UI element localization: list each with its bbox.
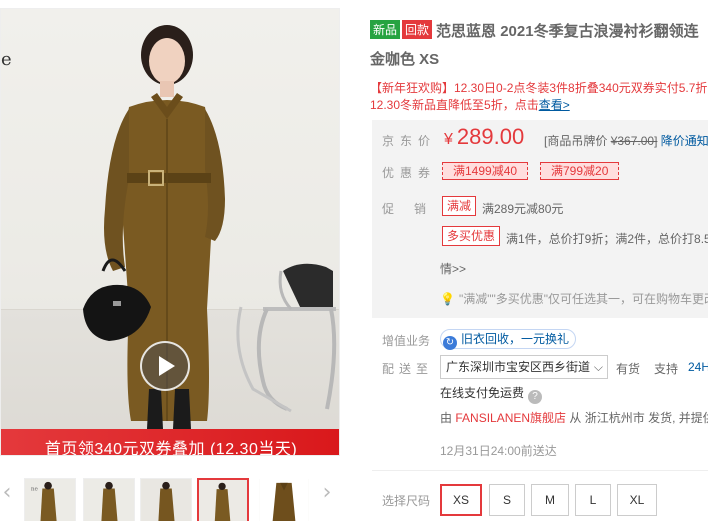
size-option-xs[interactable]: XS: [440, 484, 482, 516]
thumb-prev-arrow-icon[interactable]: ‹: [0, 480, 14, 506]
product-title: 新品 回款 范思蓝恩 2021冬季复古浪漫衬衫翻领连: [370, 20, 708, 41]
price-panel: 京东价 ¥289.00 [商品吊牌价 ¥367.00] 降价通知 优惠券 满14…: [372, 120, 708, 318]
address-select[interactable]: 广东深圳市宝安区西乡街道 ⌵: [440, 355, 608, 379]
promo-hint-text: "满减""多买优惠"仅可任选其一，可在购物车更改: [458, 292, 708, 306]
promo-see-link[interactable]: 查看>: [539, 98, 570, 112]
coupon-1[interactable]: 满1499减40: [442, 162, 529, 180]
thumbnail-image: [199, 480, 247, 521]
price-label: 京东价: [382, 134, 437, 148]
promo-notice: 【新年狂欢购】12.30日0-2点冬装3件8折叠340元双券实付5.7折 12.…: [370, 80, 708, 114]
price-number: 289.00: [456, 124, 525, 149]
tag-price: [商品吊牌价 ¥367.00] 降价通知: [544, 132, 708, 149]
payment-info: 在线支付免运费?: [440, 384, 543, 404]
chevron-down-icon: ⌵: [593, 360, 603, 374]
tag-price-value: ¥367.00]: [610, 134, 658, 148]
currency-symbol: ¥: [444, 131, 453, 148]
promo-line-2: 12.30冬新品直降低至5折，点击查看>: [370, 97, 708, 114]
thumbnail-strip: ‹ ne ›: [0, 466, 340, 521]
size-option-xl[interactable]: XL: [617, 484, 657, 516]
recycle-text: 旧衣回收，一元换礼: [461, 332, 570, 346]
address-value: 广东深圳市宝安区西乡街道: [446, 360, 591, 374]
from-suffix: 从 浙江杭州市 发货, 并提供: [569, 411, 708, 425]
thumbnail-image: [141, 479, 191, 521]
title-text: 范思蓝恩 2021冬季复古浪漫衬衫翻领连: [436, 23, 699, 40]
thumbnail-image: ne: [25, 479, 75, 521]
tag-arrival: 回款: [402, 20, 433, 39]
size-option-s[interactable]: S: [489, 484, 525, 516]
promo-badge-duomai[interactable]: 多买优惠: [442, 226, 501, 246]
section-divider: [372, 470, 708, 471]
promo-desc-2: 满1件，总价打9折；满2件，总价打8.5: [506, 232, 708, 246]
price-notice-link[interactable]: 降价通知: [661, 134, 708, 148]
promo-desc-1: 满289元减80元: [482, 202, 564, 216]
promotion-label: 促销: [382, 202, 447, 216]
play-video-button[interactable]: [140, 341, 190, 391]
thumbnail-4[interactable]: [197, 478, 249, 521]
thumb-next-arrow-icon[interactable]: ›: [320, 480, 334, 506]
svg-text:ne: ne: [31, 486, 39, 492]
main-product-image[interactable]: e 首页领340元双券叠加 (12.30当天): [0, 8, 340, 456]
brand-letter: e: [1, 49, 12, 70]
coupon-2[interactable]: 满799减20: [540, 162, 620, 180]
recycle-service-button[interactable]: ↻ 旧衣回收，一元换礼: [440, 329, 577, 350]
delivery-label: 配送至: [382, 362, 434, 376]
delivery-deadline: 12月31日24:00前送达: [440, 444, 557, 458]
size-label: 选择尺码: [382, 494, 431, 508]
support-link[interactable]: 24H: [688, 360, 708, 374]
promo-detail-link[interactable]: 情>>: [440, 260, 466, 277]
product-title-line2: 金咖色 XS: [370, 51, 440, 68]
shipping-from: 由 FANSILANEN旗舰店 从 浙江杭州市 发货, 并提供: [440, 409, 708, 426]
promo-line-2-text: 12.30冬新品直降低至5折，点击: [370, 98, 539, 112]
thumbnail-image: [84, 479, 134, 521]
coupon-label: 优惠券: [382, 166, 437, 180]
size-option-m[interactable]: M: [531, 484, 569, 516]
shop-link[interactable]: FANSILANEN旗舰店: [455, 411, 566, 425]
payment-text: 在线支付免运费: [440, 386, 525, 400]
thumbnail-1[interactable]: ne: [24, 478, 76, 521]
price-value: ¥289.00: [444, 124, 524, 150]
question-icon[interactable]: ?: [528, 390, 543, 404]
tag-price-label: [商品吊牌价: [544, 134, 608, 148]
thumbnail-3[interactable]: [140, 478, 192, 521]
thumbnail-5[interactable]: [258, 478, 310, 521]
thumbnail-2[interactable]: [83, 478, 135, 521]
value-added-label: 增值业务: [382, 334, 431, 348]
tag-new: 新品: [370, 20, 401, 39]
lightbulb-icon: 💡: [440, 292, 455, 306]
from-prefix: 由: [440, 411, 453, 425]
recycle-icon: ↻: [443, 336, 457, 350]
promo-line-1: 【新年狂欢购】12.30日0-2点冬装3件8折叠340元双券实付5.7折: [370, 81, 708, 95]
play-icon: [159, 356, 175, 376]
support-text: 支持: [654, 362, 679, 376]
promo-banner[interactable]: 首页领340元双券叠加 (12.30当天): [1, 429, 339, 455]
promo-badge-manjian[interactable]: 满减: [442, 196, 477, 216]
promo-hint: 💡 "满减""多买优惠"仅可任选其一，可在购物车更改: [440, 290, 708, 307]
thumbnail-image: [259, 479, 309, 521]
stock-status: 有货: [616, 362, 641, 376]
size-option-l[interactable]: L: [575, 484, 611, 516]
